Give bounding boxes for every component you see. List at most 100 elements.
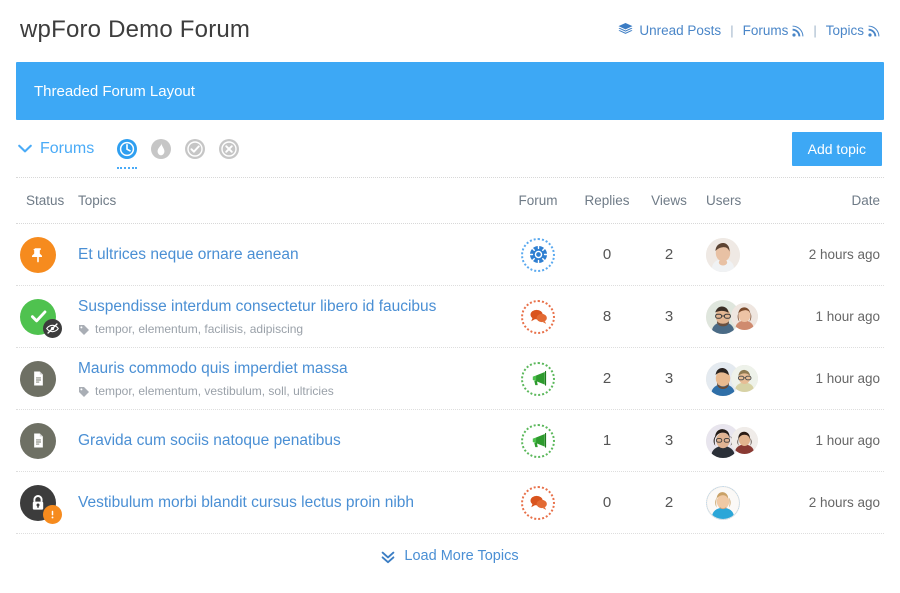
avatar[interactable] (706, 238, 740, 272)
table-row[interactable]: Suspendisse interdum consectetur libero … (16, 286, 884, 348)
avatar[interactable] (706, 486, 740, 520)
status-badge (20, 299, 56, 335)
row-date: 1 hour ago (780, 371, 884, 386)
row-forum (500, 300, 576, 334)
site-header: wpForo Demo Forum Unread Posts | Forums (0, 0, 900, 58)
row-topic: Suspendisse interdum consectetur libero … (78, 297, 500, 336)
row-date: 2 hours ago (780, 495, 884, 510)
table-row[interactable]: Gravida cum sociis natoque penatibus 1 3 (16, 410, 884, 472)
x-circle-icon (218, 138, 240, 160)
avatar[interactable] (731, 365, 758, 392)
row-users (700, 238, 780, 272)
row-users (700, 300, 780, 334)
layers-stack-icon (618, 23, 633, 37)
pin-icon (29, 246, 47, 264)
row-status (16, 485, 78, 521)
row-views: 2 (638, 494, 700, 511)
comments-icon (529, 307, 548, 326)
row-views: 3 (638, 308, 700, 325)
row-forum (500, 362, 576, 396)
banner-title: Threaded Forum Layout (34, 83, 195, 100)
globe-icon (529, 245, 548, 264)
fire-icon (150, 138, 172, 160)
tag-icon (78, 386, 90, 398)
row-replies: 0 (576, 494, 638, 511)
row-views: 3 (638, 370, 700, 387)
table-row[interactable]: Mauris commodo quis imperdiet massa temp… (16, 348, 884, 410)
header-link-forums[interactable]: Forums (743, 23, 805, 38)
megaphone-icon (529, 369, 548, 388)
topic-title-link[interactable]: Suspendisse interdum consectetur libero … (78, 297, 436, 316)
forum-icon-link[interactable] (521, 362, 555, 396)
load-more-topics-button[interactable]: Load More Topics (0, 548, 900, 564)
forum-icon-link[interactable] (521, 300, 555, 334)
status-badge (20, 237, 56, 273)
row-status (16, 237, 78, 273)
row-status (16, 361, 78, 397)
header-link-label: Unread Posts (639, 23, 721, 38)
row-forum (500, 238, 576, 272)
topic-filters (116, 138, 240, 160)
rss-icon (868, 25, 880, 37)
filter-hot[interactable] (150, 138, 172, 160)
row-views: 2 (638, 246, 700, 263)
avatar-group (706, 238, 740, 272)
comments-icon (529, 493, 548, 512)
forum-icon-link[interactable] (521, 424, 555, 458)
topic-title-link[interactable]: Et ultrices neque ornare aenean (78, 245, 299, 264)
topic-title-link[interactable]: Vestibulum morbi blandit cursus lectus p… (78, 493, 414, 512)
load-more-label: Load More Topics (404, 548, 518, 564)
forum-icon-link[interactable] (521, 238, 555, 272)
clock-icon (116, 138, 138, 160)
topic-title-link[interactable]: Mauris commodo quis imperdiet massa (78, 359, 348, 378)
topics-table: Status Topics Forum Replies Views Users … (16, 178, 884, 534)
double-chevron-down-icon (381, 550, 395, 564)
row-status (16, 423, 78, 459)
topic-title-link[interactable]: Gravida cum sociis natoque penatibus (78, 431, 341, 450)
avatar[interactable] (731, 303, 758, 330)
row-views: 3 (638, 432, 700, 449)
row-topic: Et ultrices neque ornare aenean (78, 245, 500, 264)
eye-slash-badge (43, 319, 62, 338)
column-header-forum: Forum (500, 193, 576, 208)
table-row[interactable]: Vestibulum morbi blandit cursus lectus p… (16, 472, 884, 534)
document-icon (30, 432, 47, 449)
header-link-topics[interactable]: Topics (826, 23, 880, 38)
exclamation-icon (46, 508, 59, 521)
forums-dropdown[interactable]: Forums (18, 140, 94, 158)
row-users (700, 486, 780, 520)
row-replies: 8 (576, 308, 638, 325)
row-date: 1 hour ago (780, 309, 884, 324)
header-link-unread-posts[interactable]: Unread Posts (618, 23, 721, 38)
header-separator: | (730, 23, 733, 38)
add-topic-button[interactable]: Add topic (792, 132, 882, 166)
status-badge (20, 361, 56, 397)
row-date: 2 hours ago (780, 247, 884, 262)
row-topic: Vestibulum morbi blandit cursus lectus p… (78, 493, 500, 512)
table-header: Status Topics Forum Replies Views Users … (16, 178, 884, 224)
avatar-group (706, 424, 758, 458)
table-row[interactable]: Et ultrices neque ornare aenean 0 2 (16, 224, 884, 286)
avatar[interactable] (731, 427, 758, 454)
forums-dropdown-label: Forums (40, 140, 94, 158)
filter-recent[interactable] (116, 138, 138, 160)
column-header-replies: Replies (576, 193, 638, 208)
filter-solved[interactable] (184, 138, 206, 160)
column-header-topics: Topics (78, 193, 500, 208)
topic-tags-label[interactable]: tempor, elementum, facilisis, adipiscing (95, 322, 303, 336)
eye-slash-icon (46, 322, 59, 335)
row-date: 1 hour ago (780, 433, 884, 448)
megaphone-icon (529, 431, 548, 450)
document-icon (30, 370, 47, 387)
tag-icon (78, 324, 90, 336)
column-header-status: Status (16, 193, 78, 208)
forum-banner: Threaded Forum Layout (16, 62, 884, 120)
filter-unsolved[interactable] (218, 138, 240, 160)
forum-toolbar: Forums (16, 120, 884, 178)
page-title: wpForo Demo Forum (20, 16, 250, 44)
avatar-group (706, 300, 758, 334)
forum-icon-link[interactable] (521, 486, 555, 520)
row-users (700, 424, 780, 458)
topic-tags-label[interactable]: tempor, elementum, vestibulum, soll, ult… (95, 384, 334, 398)
column-header-views: Views (638, 193, 700, 208)
